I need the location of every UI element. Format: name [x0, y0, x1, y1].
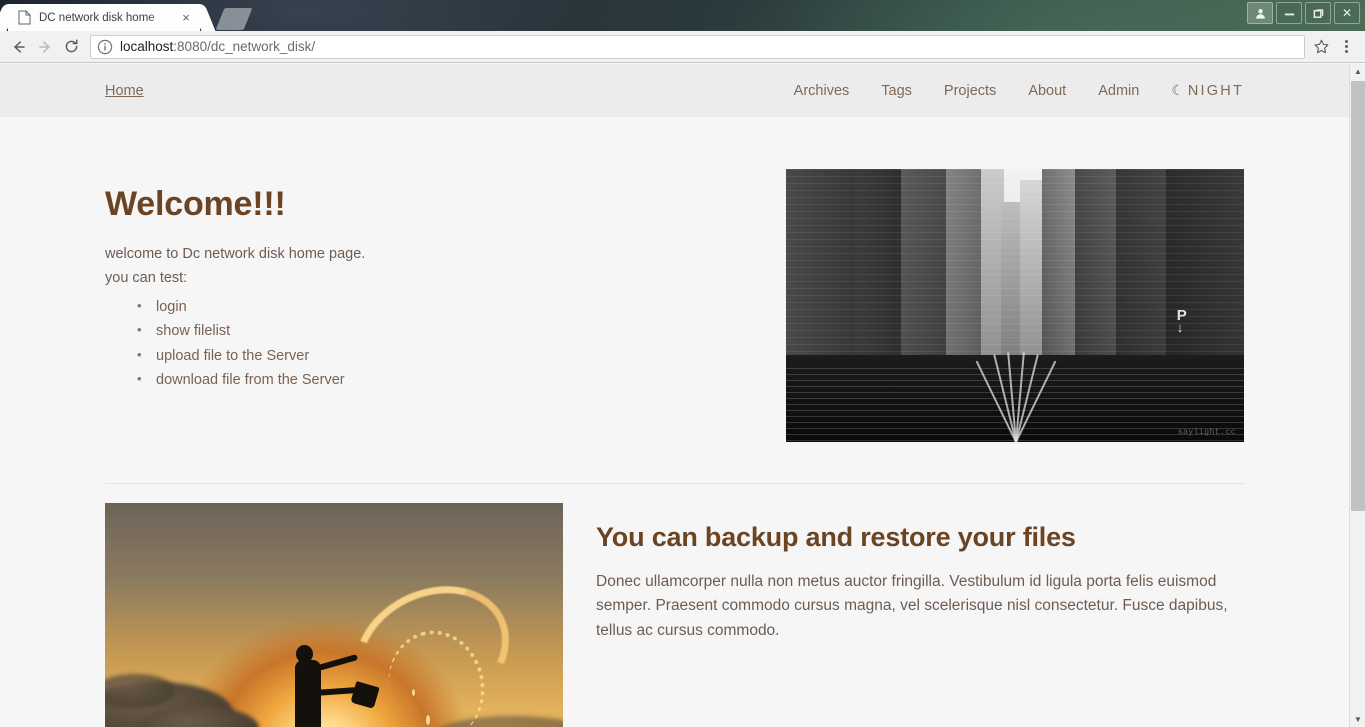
tab-title: DC network disk home — [39, 11, 155, 24]
nav-home-link[interactable]: Home — [105, 83, 144, 99]
backup-text-block: You can backup and restore your files Do… — [563, 503, 1244, 727]
backup-section: You can backup and restore your files Do… — [105, 484, 1244, 727]
moon-icon: ☾ — [1171, 82, 1184, 98]
url-path: :8080/dc_network_disk/ — [173, 39, 316, 54]
forward-button[interactable] — [32, 34, 58, 60]
person-silhouette — [295, 645, 380, 727]
scroll-up-arrow-icon[interactable]: ▲ — [1350, 64, 1365, 79]
scroll-down-arrow-icon[interactable]: ▼ — [1350, 712, 1365, 727]
parking-sign-icon: P ↓ — [1177, 308, 1187, 334]
hero-line-2: you can test: — [105, 269, 188, 286]
nav-item-tags[interactable]: Tags — [881, 83, 912, 99]
sunset-silhouette-image — [105, 503, 563, 727]
bookmark-star-icon[interactable] — [1309, 38, 1333, 55]
city-railway-image: P ↓ saylight.cc — [786, 169, 1244, 442]
nav-item-admin[interactable]: Admin — [1098, 83, 1139, 99]
back-button[interactable] — [6, 34, 32, 60]
window-controls: ✕ — [1247, 2, 1360, 24]
profile-button[interactable] — [1247, 2, 1273, 24]
new-tab-button[interactable] — [215, 8, 253, 30]
hero-image-block: P ↓ saylight.cc — [786, 169, 1244, 442]
browser-menu-button[interactable] — [1333, 34, 1359, 60]
three-dots-icon — [1344, 40, 1348, 43]
nav-item-archives[interactable]: Archives — [794, 83, 850, 99]
list-item: login — [105, 295, 665, 319]
close-button[interactable]: ✕ — [1334, 2, 1360, 24]
info-circle-icon[interactable] — [97, 39, 113, 55]
hero-lead: welcome to Dc network disk home page. yo… — [105, 243, 665, 291]
section-body: Donec ullamcorper nulla non metus auctor… — [596, 573, 1228, 639]
feature-list: login show filelist upload file to the S… — [105, 295, 665, 392]
maximize-button[interactable] — [1305, 2, 1331, 24]
minimize-button[interactable] — [1276, 2, 1302, 24]
page-viewport: Home Archives Tags Projects About Admin … — [0, 64, 1349, 727]
hero-line-1: welcome to Dc network disk home page. — [105, 246, 366, 262]
list-item: download file from the Server — [105, 368, 665, 392]
night-mode-toggle[interactable]: ☾ NIGHT — [1171, 82, 1244, 99]
browser-toolbar: localhost:8080/dc_network_disk/ — [0, 31, 1365, 63]
page-content: Welcome!!! welcome to Dc network disk ho… — [0, 117, 1349, 727]
section-title: You can backup and restore your files — [596, 522, 1076, 552]
list-item: upload file to the Server — [105, 344, 665, 368]
night-mode-label: NIGHT — [1187, 82, 1244, 99]
page-scrollbar[interactable]: ▲ ▼ — [1349, 64, 1365, 727]
image-watermark: saylight.cc — [1177, 428, 1236, 437]
page-title: Welcome!!! — [105, 185, 286, 223]
hero-text-block: Welcome!!! welcome to Dc network disk ho… — [105, 169, 665, 392]
list-item: show filelist — [105, 319, 665, 343]
site-header: Home Archives Tags Projects About Admin … — [0, 64, 1349, 117]
main-navigation: Archives Tags Projects About Admin ☾ NIG… — [794, 82, 1244, 99]
browser-tab[interactable]: DC network disk home × — [8, 4, 200, 31]
tab-close-icon[interactable]: × — [178, 10, 194, 26]
hero-section: Welcome!!! welcome to Dc network disk ho… — [105, 117, 1244, 442]
scrollbar-thumb[interactable] — [1351, 81, 1365, 511]
nav-item-projects[interactable]: Projects — [944, 83, 996, 99]
url-host: localhost — [120, 39, 174, 54]
address-bar[interactable]: localhost:8080/dc_network_disk/ — [90, 34, 1305, 59]
browser-titlebar: DC network disk home × ✕ — [0, 0, 1365, 31]
page-icon — [18, 10, 31, 25]
nav-item-about[interactable]: About — [1028, 83, 1066, 99]
reload-button[interactable] — [58, 34, 84, 60]
